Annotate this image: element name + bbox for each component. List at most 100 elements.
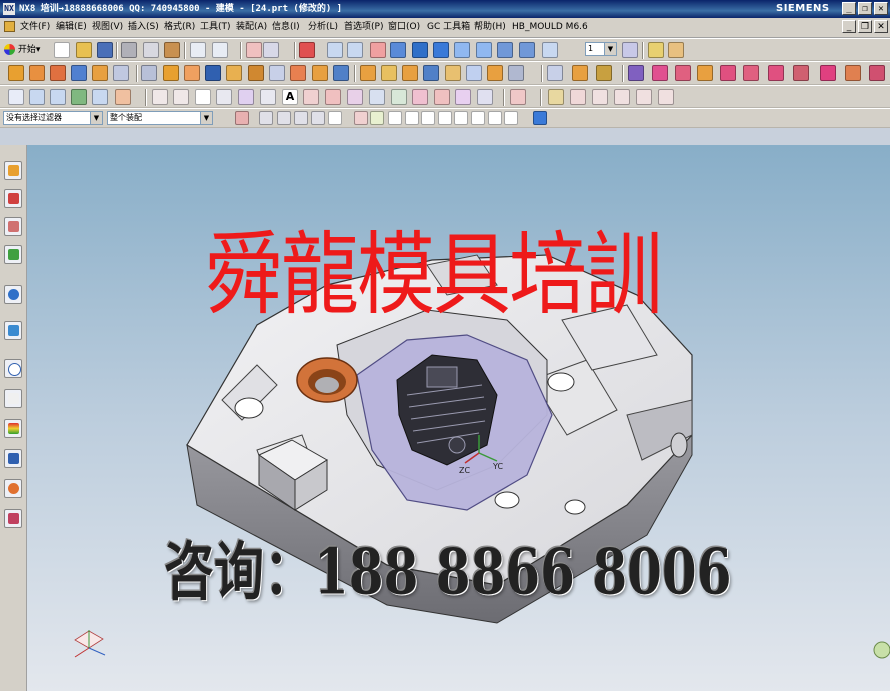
menu-help[interactable]: 帮助(H) [474,21,506,34]
doc-minimize-button[interactable]: _ [842,20,856,33]
rectangle-icon[interactable] [195,89,211,105]
document-icon[interactable] [4,21,15,32]
bom-icon[interactable] [869,65,885,81]
move-face-icon[interactable] [381,65,397,81]
block-icon[interactable] [71,65,87,81]
paste-icon[interactable] [164,42,180,58]
workpiece-icon[interactable] [675,65,691,81]
snap-tangent-icon[interactable] [504,111,518,125]
graphics-viewport[interactable]: ZC YC 舜龍模具培訓 咨询：188 8866 8006 [27,145,890,691]
line-icon[interactable] [152,89,168,105]
slider-icon[interactable] [768,65,784,81]
box-select-icon[interactable] [263,42,279,58]
iso-view-icon[interactable] [497,42,513,58]
nx-app-icon[interactable]: NX [3,3,15,15]
snap-point-icon[interactable] [246,42,262,58]
subtract-icon[interactable] [184,65,200,81]
intersect-curve-icon[interactable] [325,89,341,105]
surface-icon[interactable] [29,89,45,105]
open-icon[interactable] [76,42,92,58]
view-sphere-icon[interactable] [873,641,890,659]
shaded-icon[interactable] [412,42,428,58]
select-feature-icon[interactable] [259,111,273,125]
sketch-icon[interactable] [8,65,24,81]
delete-face-icon[interactable] [423,65,439,81]
unite-icon[interactable] [163,65,179,81]
menu-window[interactable]: 窗口(O) [388,21,420,34]
snap-intersect-icon[interactable] [405,111,419,125]
curve-icon[interactable] [8,89,24,105]
sketch-constraint-icon[interactable] [548,89,564,105]
snap-existing-icon[interactable] [454,111,468,125]
menu-insert[interactable]: 插入(S) [128,21,159,34]
doc-restore-button[interactable]: ❐ [858,20,872,33]
n-sided-icon[interactable] [115,89,131,105]
select-edge-icon[interactable] [311,111,325,125]
through-curves-icon[interactable] [50,89,66,105]
quick-trim-icon[interactable] [592,89,608,105]
intersect-icon[interactable] [205,65,221,81]
cut-icon[interactable] [121,42,137,58]
snap-body-icon[interactable] [533,111,547,125]
sew-icon[interactable] [508,65,524,81]
snap-center-icon[interactable] [421,111,435,125]
spline-icon[interactable] [238,89,254,105]
replace-face-icon[interactable] [402,65,418,81]
measure-icon[interactable] [668,42,684,58]
undo-icon[interactable] [190,42,206,58]
polygon-icon[interactable] [216,89,232,105]
select-rect-icon[interactable] [328,111,342,125]
system-materials-icon[interactable] [4,389,22,408]
layer-move-icon[interactable] [648,42,664,58]
snap-endpoint-icon[interactable] [354,111,368,125]
offset-face-icon[interactable] [360,65,376,81]
text-icon[interactable]: A [282,89,298,105]
assembly-navigator-icon[interactable] [4,161,22,180]
bridge-curve-icon[interactable] [347,89,363,105]
extrude-icon[interactable] [29,65,45,81]
draft-analysis-icon[interactable] [572,65,588,81]
start-button[interactable]: 开始▾ [4,42,48,58]
hidden-edges-icon[interactable] [476,42,492,58]
minimize-button[interactable]: _ [842,2,856,15]
menu-view[interactable]: 视图(V) [92,21,123,34]
view-orient-icon[interactable] [542,42,558,58]
snap-quadrant-icon[interactable] [438,111,452,125]
constraint-navigator-icon[interactable] [4,189,22,208]
menu-hb-mould[interactable]: HB_MOULD M6.6 [512,21,588,34]
quick-extend-icon[interactable] [614,89,630,105]
edit-curve-icon[interactable] [477,89,493,105]
section-icon[interactable] [596,65,612,81]
general-select-icon[interactable] [235,111,249,125]
extract-curve-icon[interactable] [391,89,407,105]
bounded-plane-icon[interactable] [92,89,108,105]
copy-icon[interactable] [143,42,159,58]
restore-button[interactable]: ❐ [858,2,872,15]
selection-scope-select[interactable]: 整个装配 ▼ [107,111,213,125]
trim-body-icon[interactable] [312,65,328,81]
join-curve-icon[interactable] [369,89,385,105]
redo-icon[interactable] [212,42,228,58]
save-icon[interactable] [97,42,113,58]
face-analysis-icon[interactable] [547,65,563,81]
ejector-icon[interactable] [820,65,836,81]
cylinder-icon[interactable] [92,65,108,81]
hole-icon[interactable] [113,65,129,81]
menu-gc-toolkit[interactable]: GC 工具箱 [427,21,470,34]
mesh-surface-icon[interactable] [71,89,87,105]
mold-init-icon[interactable] [652,65,668,81]
pattern-icon[interactable] [445,65,461,81]
roles-icon[interactable] [4,479,22,498]
section-curve-icon[interactable] [434,89,450,105]
zoom-window-icon[interactable] [370,42,386,58]
menu-analysis[interactable]: 分析(L) [308,21,338,34]
standard-part-icon[interactable] [743,65,759,81]
mold-wizard-icon[interactable] [628,65,644,81]
new-icon[interactable] [54,42,70,58]
draft-icon[interactable] [290,65,306,81]
part-navigator-icon[interactable] [4,217,22,236]
snap-on-face-icon[interactable] [488,111,502,125]
snap-control-icon[interactable] [388,111,402,125]
doc-close-button[interactable]: ✕ [874,20,888,33]
manufacturing-wizard-icon[interactable] [4,449,22,468]
